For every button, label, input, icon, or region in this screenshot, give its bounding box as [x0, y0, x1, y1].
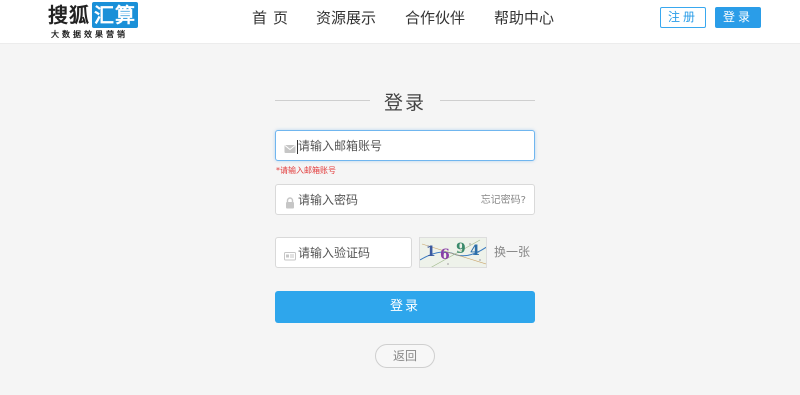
password-placeholder: 请输入密码 — [298, 193, 359, 207]
login-title: 登录 — [383, 92, 426, 114]
nav-home[interactable]: 首页 — [252, 0, 294, 36]
title-divider-left — [275, 100, 370, 101]
mail-icon — [284, 140, 296, 153]
id-card-icon — [284, 247, 296, 260]
brand-tagline: 大数据效果营销 — [51, 30, 128, 39]
email-placeholder: 请输入邮箱账号 — [298, 139, 383, 153]
password-field[interactable]: 请输入密码 忘记密码? — [275, 184, 535, 215]
nav-partners[interactable]: 合作伙伴 — [405, 0, 465, 36]
title-divider-right — [440, 100, 535, 101]
email-error-message: *请输入邮箱账号 — [276, 166, 336, 175]
captcha-placeholder: 请输入验证码 — [298, 246, 371, 260]
forgot-password-link[interactable]: 忘记密码? — [481, 185, 526, 216]
captcha-char: 6 — [440, 247, 450, 263]
nav-help[interactable]: 帮助中心 — [494, 0, 554, 36]
top-header: 搜狐 汇算 大数据效果营销 首页 资源展示 合作伙伴 帮助中心 注册 登录 — [0, 0, 800, 44]
captcha-image[interactable]: 1 6 9 4 — [419, 237, 487, 268]
email-field[interactable]: 请输入邮箱账号 — [275, 130, 535, 161]
register-button[interactable]: 注册 — [660, 7, 706, 28]
refresh-captcha-link[interactable]: 换一张 — [494, 237, 530, 268]
back-button[interactable]: 返回 — [375, 344, 435, 368]
brand-mark: 汇算 — [92, 2, 138, 28]
brand-logo[interactable]: 搜狐 汇算 大数据效果营销 — [48, 2, 168, 42]
captcha-field[interactable]: 请输入验证码 — [275, 237, 412, 268]
login-submit-button[interactable]: 登录 — [275, 291, 535, 323]
nav-resources[interactable]: 资源展示 — [316, 0, 376, 36]
captcha-char: 1 — [426, 244, 436, 260]
header-login-button[interactable]: 登录 — [715, 7, 761, 28]
captcha-char: 9 — [456, 241, 466, 257]
lock-icon — [284, 194, 296, 208]
captcha-char: 4 — [470, 243, 480, 259]
brand-name: 搜狐 — [48, 3, 90, 27]
